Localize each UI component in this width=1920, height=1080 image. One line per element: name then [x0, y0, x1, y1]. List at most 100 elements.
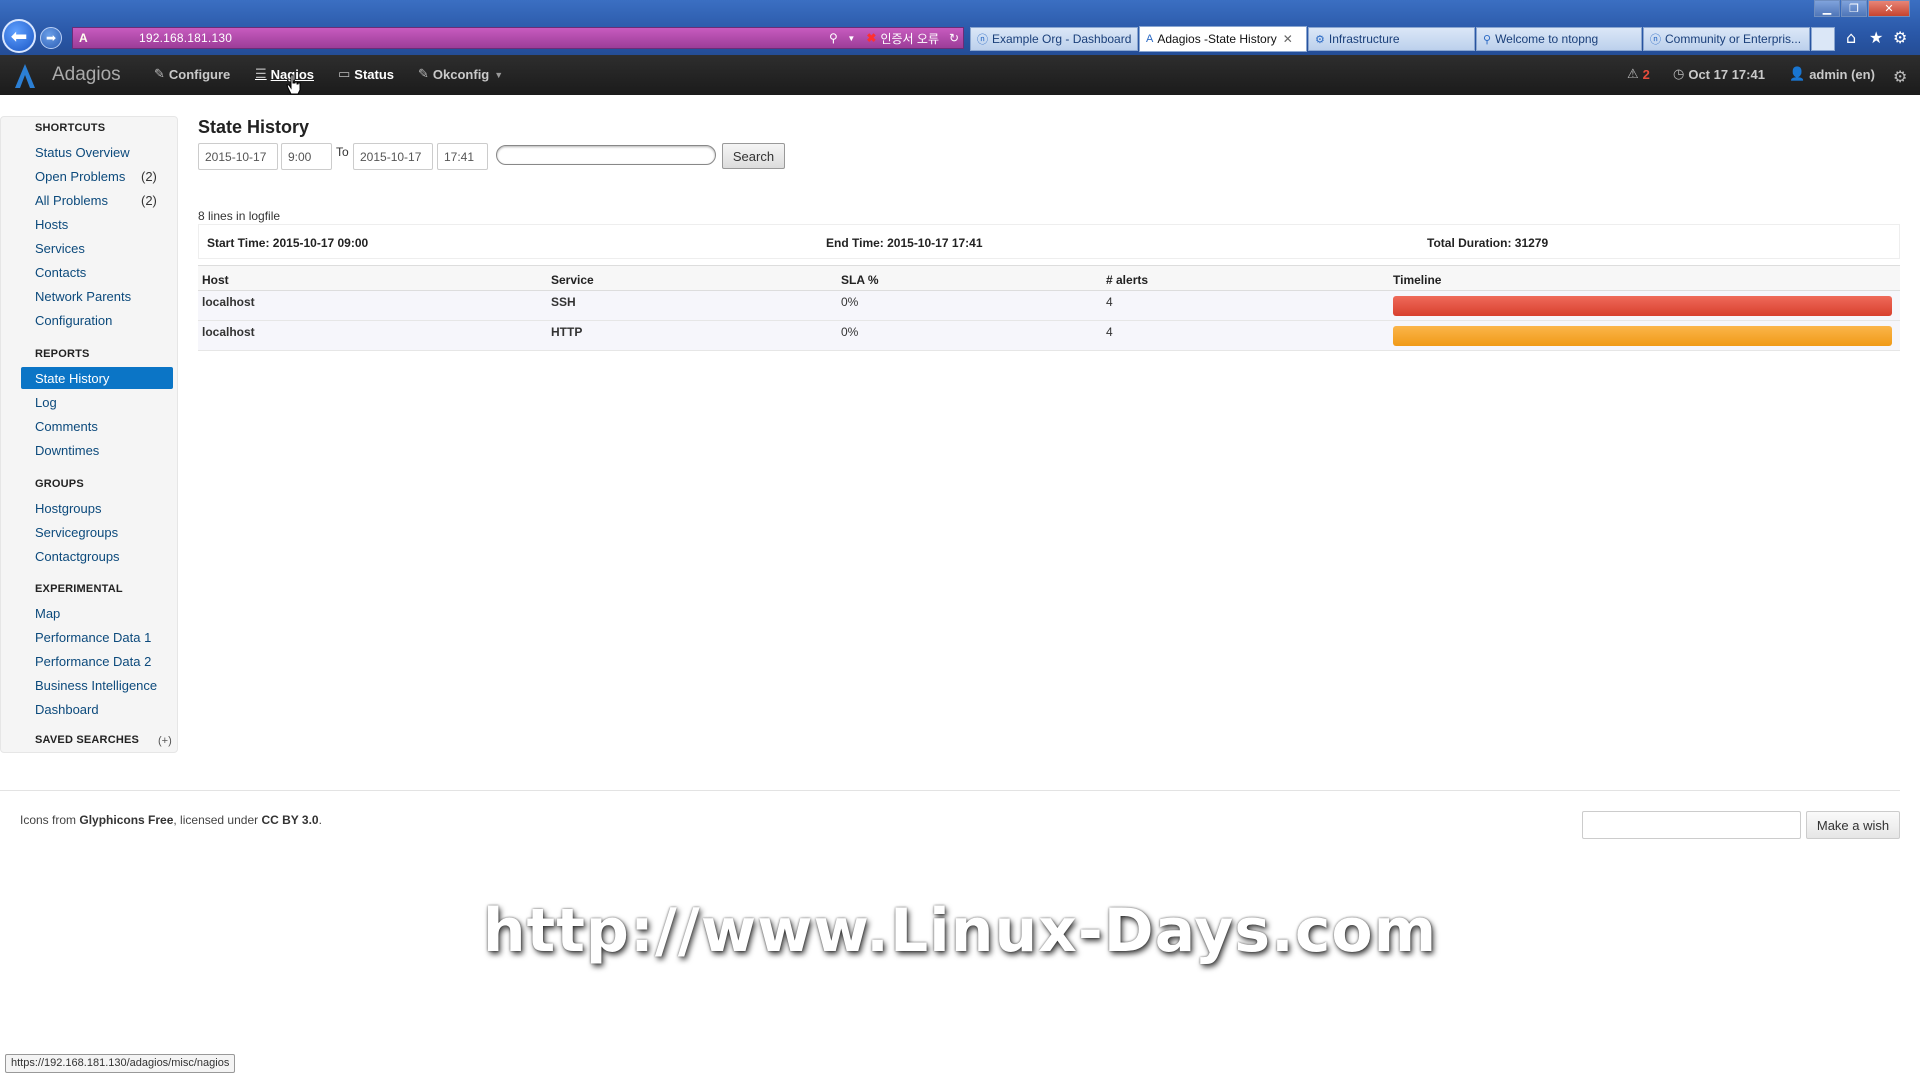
home-icon[interactable]: ⌂ — [1846, 28, 1856, 47]
sidebar-item-comments[interactable]: Comments — [35, 419, 98, 434]
edit-icon: ✎ — [154, 67, 165, 82]
sidebar-item-all-problems[interactable]: All Problems — [35, 193, 108, 208]
end-date-input[interactable] — [353, 143, 433, 170]
nav-user[interactable]: 👤 admin (en) — [1789, 67, 1875, 82]
cell-service[interactable]: HTTP — [547, 320, 837, 351]
start-date-input[interactable] — [198, 143, 278, 170]
address-bar[interactable]: A 192.168.181.130 ⚲ ▼ ✖ 인증서 오류 ↻ — [72, 27, 964, 49]
address-url[interactable]: 192.168.181.130 — [139, 31, 824, 45]
search-icon[interactable]: ⚲ — [824, 31, 842, 45]
column-header-service[interactable]: Service — [547, 265, 837, 291]
sidebar-item-downtimes[interactable]: Downtimes — [35, 443, 99, 458]
sidebar-item-servicegroups[interactable]: Servicegroups — [35, 525, 118, 540]
wish-input[interactable] — [1582, 811, 1801, 839]
cell-host[interactable]: localhost — [198, 290, 547, 321]
list-icon: ☰ — [255, 67, 267, 82]
nav-alerts[interactable]: ⚠ 2 — [1627, 67, 1650, 82]
sidebar: SHORTCUTS Status Overview Open Problems … — [0, 116, 178, 753]
cell-alerts: 4 — [1102, 320, 1389, 351]
forward-button[interactable]: ➡ — [40, 27, 62, 49]
tab-infrastructure[interactable]: ⚙ Infrastructure — [1308, 27, 1475, 51]
nav-okconfig[interactable]: ✎ Okconfig ▼ — [418, 67, 503, 82]
infra-icon: ⚙ — [1315, 33, 1325, 46]
nav-status[interactable]: ▭ Status — [338, 67, 394, 82]
cell-service[interactable]: SSH — [547, 290, 837, 321]
maximize-button[interactable]: ❐ — [1841, 0, 1867, 17]
gear-icon[interactable]: ⚙ — [1893, 28, 1907, 47]
cell-host[interactable]: localhost — [198, 320, 547, 351]
add-saved-search-button[interactable]: (+) — [158, 735, 172, 747]
favorites-icon[interactable]: ★ — [1869, 28, 1883, 47]
start-time-input[interactable] — [281, 143, 332, 170]
sidebar-item-log[interactable]: Log — [35, 395, 57, 410]
column-header-alerts[interactable]: # alerts — [1102, 265, 1389, 291]
nav-datetime[interactable]: ◷ Oct 17 17:41 — [1673, 67, 1765, 82]
page-title: State History — [198, 117, 310, 137]
summary-total-duration: Total Duration: 31279 — [1427, 236, 1549, 250]
end-time-input[interactable] — [437, 143, 488, 170]
glyphicons-link[interactable]: Glyphicons Free — [79, 813, 173, 827]
datetime-label: Oct 17 17:41 — [1688, 67, 1765, 82]
tab-label: Example Org - Dashboard — [992, 32, 1132, 46]
tab-example-org[interactable]: ⓝ Example Org - Dashboard — [970, 27, 1138, 51]
tab-community[interactable]: ⓝ Community or Enterpris... — [1643, 27, 1810, 51]
minimize-button[interactable]: ▁ — [1814, 0, 1840, 17]
window-icon: ▭ — [338, 67, 351, 82]
table-header-row: Host Service SLA % # alerts Timeline — [198, 265, 1900, 291]
error-icon: ✖ — [866, 31, 877, 45]
refresh-icon[interactable]: ↻ — [945, 31, 963, 45]
sidebar-item-configuration[interactable]: Configuration — [35, 313, 112, 328]
nav-settings[interactable]: ⚙ — [1893, 67, 1911, 86]
back-button[interactable]: ⬅ — [2, 19, 36, 53]
sidebar-item-business-intelligence[interactable]: Business Intelligence — [35, 678, 157, 693]
tab-label: Infrastructure — [1328, 32, 1400, 46]
footer-credit: Icons from Glyphicons Free, licensed und… — [20, 813, 322, 827]
sidebar-item-status-overview[interactable]: Status Overview — [35, 145, 130, 160]
column-header-sla[interactable]: SLA % — [837, 265, 1102, 291]
sidebar-item-performance-data-2[interactable]: Performance Data 2 — [35, 654, 151, 669]
nav-nagios[interactable]: ☰ Nagios — [255, 67, 314, 82]
sidebar-item-contactgroups[interactable]: Contactgroups — [35, 549, 120, 564]
sidebar-item-network-parents[interactable]: Network Parents — [35, 289, 131, 304]
ntop-icon: ⓝ — [977, 34, 988, 46]
sidebar-item-open-problems[interactable]: Open Problems — [35, 169, 125, 184]
cell-timeline — [1389, 290, 1900, 321]
alerts-count: 2 — [1642, 67, 1650, 82]
sidebar-header-saved-searches: SAVED SEARCHES — [35, 734, 140, 746]
sidebar-item-performance-data-1[interactable]: Performance Data 1 — [35, 630, 151, 645]
adagios-logo-icon[interactable] — [14, 63, 36, 89]
nav-configure[interactable]: ✎ Configure — [154, 67, 230, 82]
brand-name[interactable]: Adagios — [52, 64, 121, 86]
dropdown-icon[interactable]: ▼ — [842, 34, 860, 43]
new-tab-button[interactable] — [1811, 27, 1835, 51]
status-bar-url: https://192.168.181.130/adagios/misc/nag… — [5, 1054, 236, 1073]
close-window-button[interactable]: ✕ — [1868, 0, 1910, 17]
column-header-host[interactable]: Host — [198, 265, 547, 291]
browser-chrome: ⬅ ➡ A 192.168.181.130 ⚲ ▼ ✖ 인증서 오류 ↻ ⓝ E… — [0, 0, 1920, 55]
sidebar-item-services[interactable]: Services — [35, 241, 85, 256]
user-icon: 👤 — [1789, 67, 1806, 82]
search-button[interactable]: Search — [722, 143, 785, 169]
sidebar-item-hosts[interactable]: Hosts — [35, 217, 68, 232]
sidebar-item-contacts[interactable]: Contacts — [35, 265, 86, 280]
close-tab-icon[interactable]: ✕ — [1283, 32, 1293, 46]
sidebar-item-dashboard[interactable]: Dashboard — [35, 702, 99, 717]
search-input[interactable] — [496, 145, 716, 165]
column-header-timeline[interactable]: Timeline — [1389, 265, 1900, 291]
ntop-icon: ⓝ — [1650, 34, 1661, 46]
timeline-bar-critical[interactable] — [1393, 296, 1892, 316]
user-label: admin (en) — [1809, 67, 1875, 82]
summary-row: Start Time: 2015-10-17 09:00 End Time: 2… — [198, 224, 1900, 259]
tab-welcome-ntopng[interactable]: ⚲ Welcome to ntopng — [1476, 27, 1642, 51]
timeline-bar-warning[interactable] — [1393, 326, 1892, 346]
certificate-error[interactable]: ✖ 인증서 오류 — [866, 30, 939, 47]
make-a-wish-button[interactable]: Make a wish — [1806, 811, 1900, 839]
cell-sla: 0% — [837, 320, 1102, 351]
sidebar-item-hostgroups[interactable]: Hostgroups — [35, 501, 101, 516]
tab-adagios-state-history[interactable]: A Adagios -State History ✕ — [1139, 26, 1307, 52]
hand-cursor-icon — [286, 74, 301, 95]
license-link[interactable]: CC BY 3.0 — [261, 813, 318, 827]
summary-start-time: Start Time: 2015-10-17 09:00 — [207, 236, 369, 250]
sidebar-item-state-history[interactable]: State History — [21, 367, 173, 389]
sidebar-item-map[interactable]: Map — [35, 606, 60, 621]
